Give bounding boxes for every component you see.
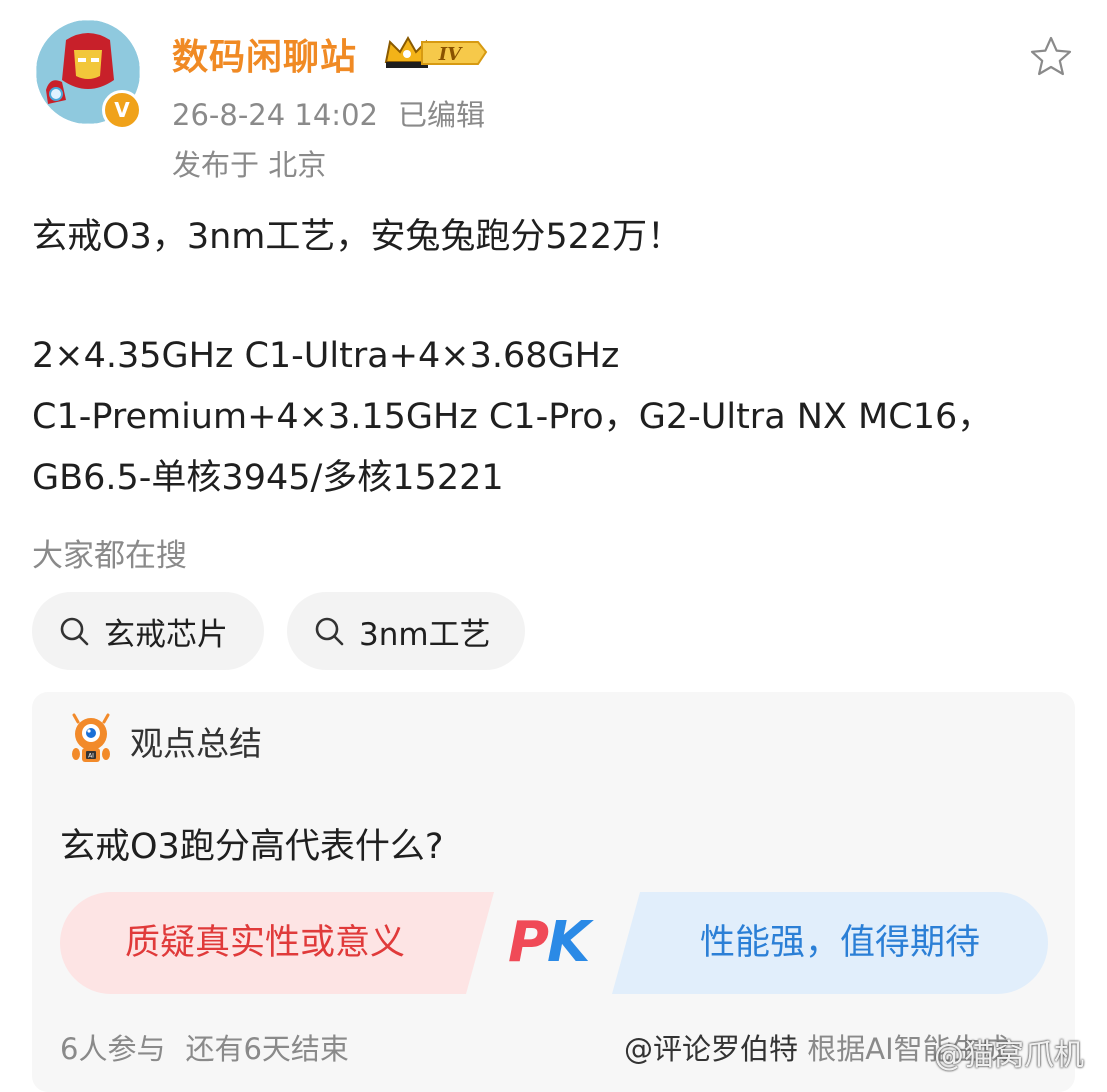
- poll-option-left-label: 质疑真实性或意义: [124, 923, 405, 963]
- post-meta: 26-8-24 14:02 已编辑: [172, 92, 485, 134]
- participants-count: 6人参与: [60, 1032, 166, 1066]
- location: 发布于 北京: [172, 148, 327, 182]
- poll-option-left[interactable]: 质疑真实性或意义: [60, 892, 494, 994]
- poll-status: 6人参与 还有6天结束: [60, 1026, 349, 1068]
- robot-icon: AI: [64, 712, 118, 766]
- verified-icon: V: [102, 90, 142, 130]
- poll-option-right-label: 性能强，值得期待: [699, 923, 980, 963]
- spec-line: GB6.5-单核3945/多核15221: [32, 458, 504, 498]
- svg-text:AI: AI: [88, 753, 94, 760]
- search-chip-label: 玄戒芯片: [104, 616, 228, 653]
- post-specs: 2×4.35GHz C1-Ultra+4×3.68GHz C1-Premium+…: [32, 326, 1072, 509]
- search-chip[interactable]: 玄戒芯片: [32, 592, 264, 670]
- spec-line: C1-Premium+4×3.15GHz C1-Pro，G2-Ultra NX …: [32, 397, 993, 437]
- star-icon[interactable]: [1028, 34, 1074, 80]
- search-section-label: 大家都在搜: [32, 538, 187, 574]
- summary-title: 观点总结: [130, 724, 262, 763]
- search-icon: [60, 617, 89, 646]
- pk-label: PK: [508, 910, 590, 975]
- search-icon: [315, 617, 344, 646]
- username[interactable]: 数码闲聊站: [172, 28, 357, 80]
- post-title: 玄戒O3，3nm工艺，安兔兔跑分522万！: [32, 217, 683, 257]
- spec-line: 2×4.35GHz C1-Ultra+4×3.68GHz: [32, 336, 620, 376]
- poll-option-right[interactable]: 性能强，值得期待: [612, 892, 1048, 994]
- search-chip[interactable]: 3nm工艺: [287, 592, 525, 670]
- poll-question: 玄戒O3跑分高代表什么?: [60, 827, 444, 867]
- search-chip-label: 3nm工艺: [359, 616, 491, 653]
- time-remaining: 还有6天结束: [185, 1032, 349, 1066]
- watermark: @猫窝爪机: [934, 1038, 1084, 1073]
- rank-badge: IV: [382, 32, 490, 76]
- source-mention-link[interactable]: @评论罗伯特: [624, 1032, 798, 1066]
- edited-label[interactable]: 已编辑: [398, 98, 485, 132]
- svg-text:IV: IV: [438, 44, 463, 65]
- timestamp: 26-8-24 14:02: [172, 98, 378, 132]
